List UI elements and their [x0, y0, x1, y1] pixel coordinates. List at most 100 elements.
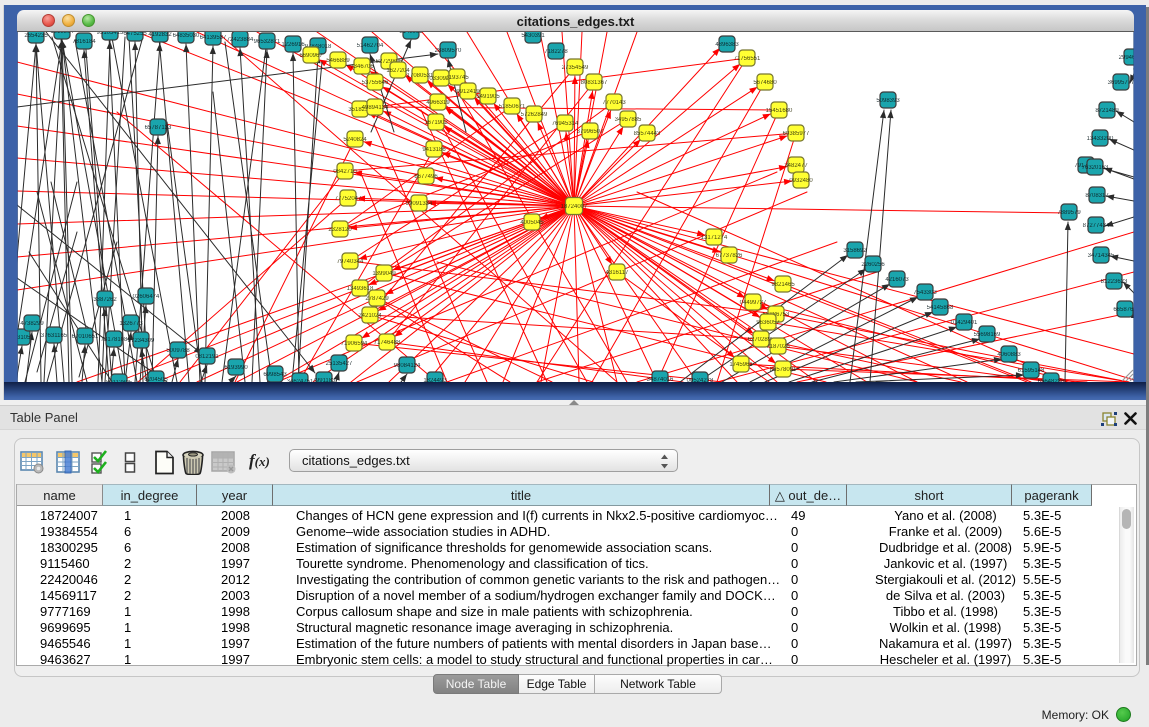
svg-text:1326773: 1326773: [119, 321, 143, 327]
svg-text:81223623: 81223623: [1101, 279, 1128, 285]
svg-text:4738299: 4738299: [20, 321, 44, 327]
svg-text:87234309: 87234309: [128, 338, 155, 344]
svg-text:76945314: 76945314: [552, 121, 579, 127]
svg-text:7182278: 7182278: [544, 49, 568, 55]
svg-text:67737826: 67737826: [716, 253, 743, 259]
svg-text:9413186: 9413186: [422, 147, 446, 153]
svg-text:4966319: 4966319: [426, 100, 450, 106]
svg-text:73178108: 73178108: [101, 337, 128, 343]
svg-text:1745961: 1745961: [729, 362, 753, 368]
svg-text:4192832: 4192832: [148, 32, 172, 38]
svg-text:98084124: 98084124: [394, 363, 421, 369]
svg-text:65787133: 65787133: [145, 125, 172, 131]
svg-text:51462704: 51462704: [357, 43, 384, 49]
svg-text:34957885: 34957885: [615, 117, 642, 123]
svg-text:00524278: 00524278: [687, 378, 714, 382]
svg-text:7889579: 7889579: [1057, 210, 1081, 216]
svg-text:60385977: 60385977: [783, 131, 810, 137]
svg-text:49894134: 49894134: [362, 105, 389, 111]
svg-text:13433200: 13433200: [1087, 136, 1114, 142]
svg-text:6475255: 6475255: [123, 32, 147, 37]
svg-text:36995777: 36995777: [1108, 80, 1134, 86]
svg-text:3158692: 3158692: [843, 248, 867, 254]
svg-text:65648236: 65648236: [1038, 379, 1065, 382]
svg-text:7543303: 7543303: [913, 290, 937, 296]
svg-text:8721489: 8721489: [1095, 108, 1119, 114]
svg-text:54145868: 54145868: [927, 305, 954, 311]
svg-text:7770143: 7770143: [602, 100, 626, 106]
svg-text:0812191: 0812191: [195, 354, 219, 360]
svg-text:2328120: 2328120: [328, 227, 352, 233]
svg-text:80112805: 80112805: [106, 380, 133, 382]
svg-text:8148932: 8148932: [399, 32, 423, 35]
svg-text:2260256: 2260256: [861, 262, 885, 268]
svg-text:6690967: 6690967: [299, 53, 323, 59]
svg-text:7187026: 7187026: [766, 344, 790, 350]
svg-text:55698169: 55698169: [974, 332, 1001, 338]
svg-text:5430391: 5430391: [521, 33, 545, 39]
svg-text:2421024: 2421024: [358, 313, 382, 319]
svg-text:6193990: 6193990: [224, 365, 248, 371]
svg-text:25135427: 25135427: [326, 361, 353, 367]
svg-text:86578091: 86578091: [770, 367, 797, 373]
svg-text:9636057: 9636057: [756, 320, 780, 326]
svg-text:27354549: 27354549: [562, 65, 589, 71]
svg-text:96532871: 96532871: [254, 39, 281, 45]
svg-text:0932480: 0932480: [789, 178, 813, 184]
svg-text:7816184: 7816184: [72, 39, 96, 45]
svg-text:7991183: 7991183: [313, 378, 337, 382]
svg-text:53755646: 53755646: [362, 80, 389, 86]
svg-text:93103413: 93103413: [97, 32, 124, 36]
svg-text:04499727: 04499727: [740, 300, 767, 306]
svg-text:71746488: 71746488: [374, 340, 401, 346]
svg-text:3482477: 3482477: [784, 163, 808, 169]
svg-text:64139537: 64139537: [200, 35, 227, 41]
svg-text:80831367: 80831367: [581, 80, 608, 86]
svg-text:6658760: 6658760: [1113, 307, 1134, 313]
svg-text:1226916: 1226916: [281, 42, 305, 48]
svg-text:3387262: 3387262: [93, 297, 117, 303]
svg-text:6204505: 6204505: [144, 377, 168, 382]
svg-text:99091334: 99091334: [406, 201, 433, 207]
svg-text:64835030: 64835030: [173, 33, 200, 39]
svg-text:85574443: 85574443: [634, 131, 661, 137]
svg-text:18724007: 18724007: [561, 204, 588, 210]
svg-text:5240824: 5240824: [343, 137, 367, 143]
svg-text:76320163: 76320163: [1082, 165, 1109, 171]
svg-text:4316117: 4316117: [606, 270, 630, 276]
svg-text:1031051: 1031051: [17, 335, 34, 341]
svg-text:15451680: 15451680: [766, 108, 793, 114]
svg-text:13171274: 13171274: [701, 235, 728, 241]
svg-text:37631165: 37631165: [41, 333, 68, 339]
svg-text:28809570: 28809570: [435, 48, 462, 54]
svg-text:1399049: 1399049: [372, 271, 396, 277]
svg-text:61595148: 61595148: [1018, 368, 1045, 374]
svg-text:1671902: 1671902: [424, 120, 448, 126]
svg-text:57262849: 57262849: [521, 112, 548, 118]
svg-text:7346706: 7346706: [350, 64, 374, 70]
svg-text:37996507: 37996507: [577, 129, 604, 135]
svg-text:5466889: 5466889: [326, 58, 350, 64]
svg-text:34624751: 34624751: [287, 379, 314, 382]
svg-text:1491905: 1491905: [476, 94, 500, 100]
svg-text:2654235: 2654235: [24, 33, 48, 39]
svg-text:4005045: 4005045: [520, 220, 544, 226]
svg-text:4060883: 4060883: [997, 352, 1021, 358]
svg-text:2787429: 2787429: [365, 296, 389, 302]
svg-text:8677496: 8677496: [414, 174, 438, 180]
svg-text:1824493: 1824493: [423, 378, 447, 382]
svg-text:7193745: 7193745: [445, 75, 469, 81]
svg-text:87277434: 87277434: [1083, 223, 1110, 229]
svg-text:1615594: 1615594: [50, 32, 74, 35]
svg-text:77752047: 77752047: [335, 196, 362, 202]
svg-text:4896383: 4896383: [715, 42, 739, 48]
svg-text:71906594: 71906594: [341, 341, 368, 347]
svg-text:4216073: 4216073: [885, 277, 909, 283]
svg-text:9821465: 9821465: [771, 282, 795, 288]
svg-text:01429401: 01429401: [951, 320, 978, 326]
svg-text:29946804: 29946804: [1119, 55, 1134, 61]
svg-text:71756551: 71756551: [734, 56, 761, 62]
svg-text:79740344: 79740344: [337, 259, 364, 265]
svg-text:34714345: 34714345: [1088, 253, 1115, 259]
svg-text:5098393: 5098393: [876, 98, 900, 104]
